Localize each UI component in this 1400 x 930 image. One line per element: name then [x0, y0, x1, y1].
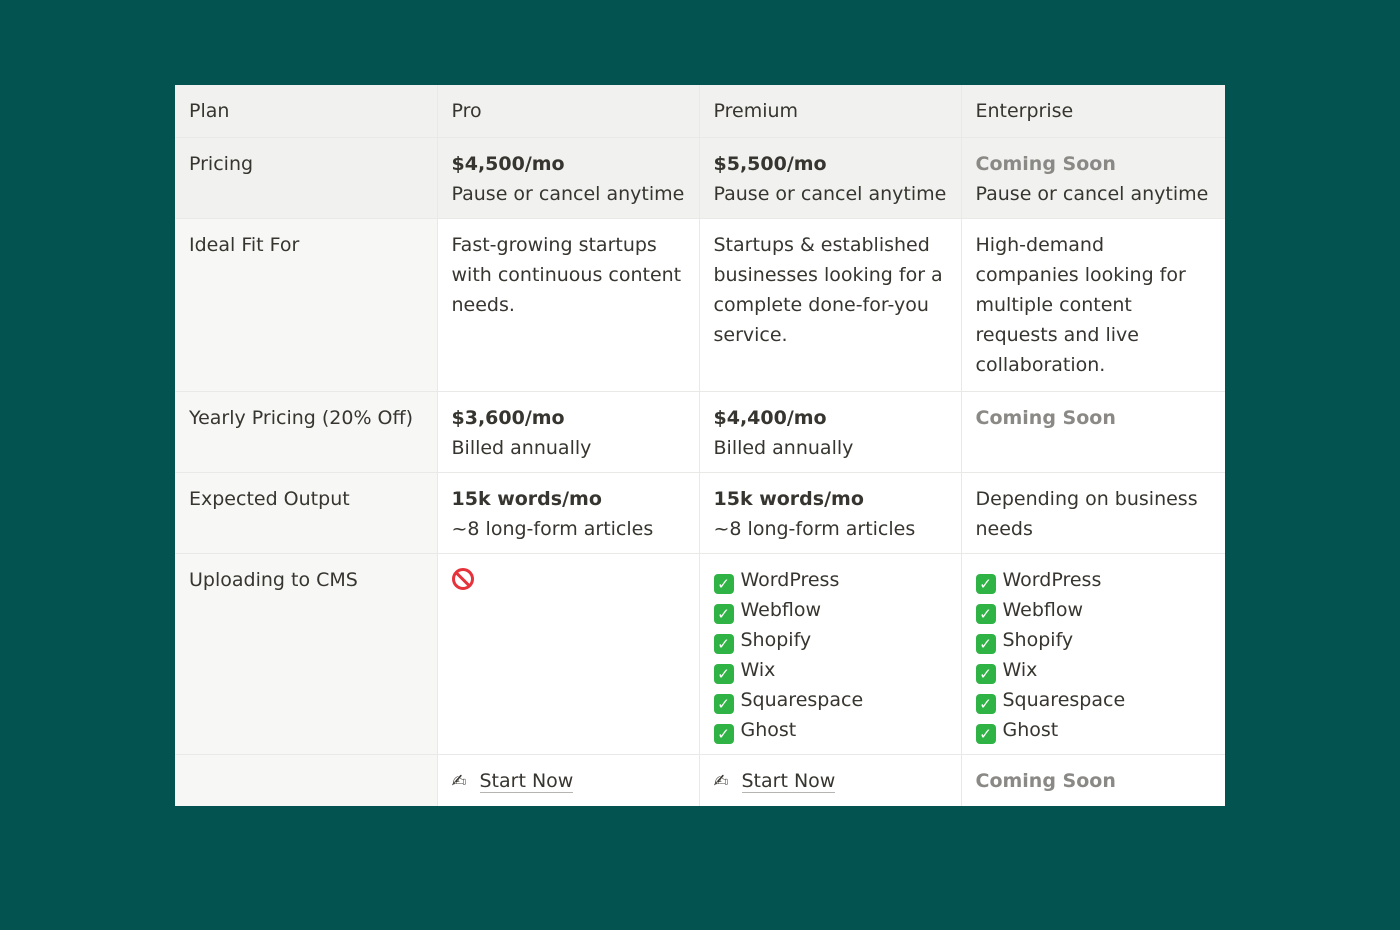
- cta-label-empty: [175, 754, 438, 806]
- pricing-enterprise-cell: Coming Soon Pause or cancel anytime: [960, 137, 1225, 219]
- header-row: Plan Pro Premium Enterprise: [175, 85, 1225, 138]
- ideal-fit-pro: Fast-growing startups with continuous co…: [436, 218, 700, 392]
- writing-hand-icon: ✍: [451, 771, 467, 792]
- cms-enterprise-item: ✓ Wix: [975, 655, 1212, 685]
- cms-premium-item: ✓ Webflow: [713, 595, 947, 625]
- output-premium-words: 15k words/mo: [713, 488, 864, 510]
- cms-platform-label: WordPress: [740, 569, 840, 591]
- pricing-premium-note: Pause or cancel anytime: [713, 183, 947, 205]
- check-icon: ✓: [713, 634, 734, 654]
- cta-row: ✍ Start Now ✍ Start Now Coming Soon: [175, 754, 1225, 806]
- pricing-pro-note: Pause or cancel anytime: [451, 183, 685, 205]
- cms-label: Uploading to CMS: [175, 553, 438, 755]
- cms-enterprise-item: ✓ Squarespace: [975, 685, 1212, 715]
- yearly-pricing-label: Yearly Pricing (20% Off): [175, 391, 438, 473]
- pricing-pro-price: $4,500/mo: [451, 153, 565, 175]
- header-plan: Plan: [175, 85, 438, 138]
- ideal-fit-row: Ideal Fit For Fast-growing startups with…: [175, 218, 1225, 392]
- yearly-pro-note: Billed annually: [451, 437, 592, 459]
- cms-premium-item: ✓ Ghost: [713, 715, 947, 745]
- header-pro: Pro: [436, 85, 700, 138]
- cta-premium-cell: ✍ Start Now: [698, 754, 962, 806]
- start-now-premium-link[interactable]: Start Now: [741, 770, 836, 793]
- cms-platform-label: WordPress: [1002, 569, 1102, 591]
- yearly-pro-cell: $3,600/mo Billed annually: [436, 391, 700, 473]
- output-pro-articles: ~8 long-form articles: [451, 518, 654, 540]
- cms-premium-item: ✓ Shopify: [713, 625, 947, 655]
- cms-platform-label: Webflow: [740, 599, 822, 621]
- cms-platform-label: Shopify: [1002, 629, 1074, 651]
- pricing-premium-price: $5,500/mo: [713, 153, 827, 175]
- cms-platform-label: Squarespace: [740, 689, 864, 711]
- ideal-fit-enterprise: High-demand companies looking for multip…: [960, 218, 1225, 392]
- cms-premium-item: ✓ Squarespace: [713, 685, 947, 715]
- cms-platform-label: Wix: [1002, 659, 1038, 681]
- cms-platform-label: Squarespace: [1002, 689, 1126, 711]
- cms-enterprise-cell: ✓ WordPress ✓ Webflow ✓ Shopify ✓ Wix ✓ Squar…: [960, 553, 1225, 755]
- check-icon: ✓: [713, 694, 734, 714]
- check-icon: ✓: [975, 574, 996, 594]
- writing-hand-icon: ✍: [713, 771, 729, 792]
- pricing-enterprise-note: Pause or cancel anytime: [975, 183, 1209, 205]
- pricing-label: Pricing: [175, 137, 438, 219]
- expected-output-label: Expected Output: [175, 472, 438, 554]
- cms-platform-label: Wix: [740, 659, 776, 681]
- output-pro-cell: 15k words/mo ~8 long-form articles: [436, 472, 700, 554]
- output-premium-cell: 15k words/mo ~8 long-form articles: [698, 472, 962, 554]
- output-enterprise-cell: Depending on business needs: [960, 472, 1225, 554]
- check-icon: ✓: [713, 574, 734, 594]
- cta-enterprise-cell: Coming Soon: [960, 754, 1225, 806]
- cms-premium-item: ✓ Wix: [713, 655, 947, 685]
- check-icon: ✓: [975, 634, 996, 654]
- ideal-fit-premium: Startups & established businesses lookin…: [698, 218, 962, 392]
- yearly-premium-note: Billed annually: [713, 437, 854, 459]
- expected-output-row: Expected Output 15k words/mo ~8 long-for…: [175, 472, 1225, 554]
- pricing-row: Pricing $4,500/mo Pause or cancel anytim…: [175, 137, 1225, 219]
- ideal-fit-label: Ideal Fit For: [175, 218, 438, 392]
- pricing-premium-cell: $5,500/mo Pause or cancel anytime: [698, 137, 962, 219]
- check-icon: ✓: [975, 604, 996, 624]
- pricing-enterprise-price: Coming Soon: [975, 153, 1116, 175]
- pricing-comparison-table: Plan Pro Premium Enterprise Pricing $4,5…: [175, 85, 1225, 806]
- yearly-pricing-row: Yearly Pricing (20% Off) $3,600/mo Bille…: [175, 391, 1225, 473]
- cms-platform-label: Ghost: [740, 719, 797, 741]
- no-entry-icon: [451, 568, 474, 590]
- check-icon: ✓: [975, 724, 996, 744]
- pricing-pro-cell: $4,500/mo Pause or cancel anytime: [436, 137, 700, 219]
- cms-row: Uploading to CMS ✓ WordPress ✓ Webflow ✓ Sh…: [175, 553, 1225, 755]
- output-premium-articles: ~8 long-form articles: [713, 518, 916, 540]
- check-icon: ✓: [713, 604, 734, 624]
- cms-platform-label: Shopify: [740, 629, 812, 651]
- cms-premium-cell: ✓ WordPress ✓ Webflow ✓ Shopify ✓ Wix ✓ Squar…: [698, 553, 962, 755]
- cms-platform-label: Webflow: [1002, 599, 1084, 621]
- cms-pro-cell: [436, 553, 700, 755]
- yearly-enterprise-price: Coming Soon: [975, 407, 1116, 429]
- cms-platform-label: Ghost: [1002, 719, 1059, 741]
- header-premium: Premium: [698, 85, 962, 138]
- cta-enterprise-coming-soon: Coming Soon: [975, 770, 1116, 792]
- cms-enterprise-item: ✓ Shopify: [975, 625, 1212, 655]
- check-icon: ✓: [713, 724, 734, 744]
- yearly-premium-price: $4,400/mo: [713, 407, 827, 429]
- cta-pro-cell: ✍ Start Now: [436, 754, 700, 806]
- check-icon: ✓: [713, 664, 734, 684]
- start-now-pro-link[interactable]: Start Now: [479, 770, 574, 793]
- check-icon: ✓: [975, 694, 996, 714]
- yearly-premium-cell: $4,400/mo Billed annually: [698, 391, 962, 473]
- header-enterprise: Enterprise: [960, 85, 1225, 138]
- yearly-pro-price: $3,600/mo: [451, 407, 565, 429]
- cms-premium-item: ✓ WordPress: [713, 565, 947, 595]
- output-pro-words: 15k words/mo: [451, 488, 602, 510]
- cms-enterprise-item: ✓ Webflow: [975, 595, 1212, 625]
- output-enterprise-text: Depending on business needs: [975, 488, 1198, 540]
- cms-enterprise-item: ✓ WordPress: [975, 565, 1212, 595]
- yearly-enterprise-cell: Coming Soon: [960, 391, 1225, 473]
- cms-enterprise-item: ✓ Ghost: [975, 715, 1212, 745]
- check-icon: ✓: [975, 664, 996, 684]
